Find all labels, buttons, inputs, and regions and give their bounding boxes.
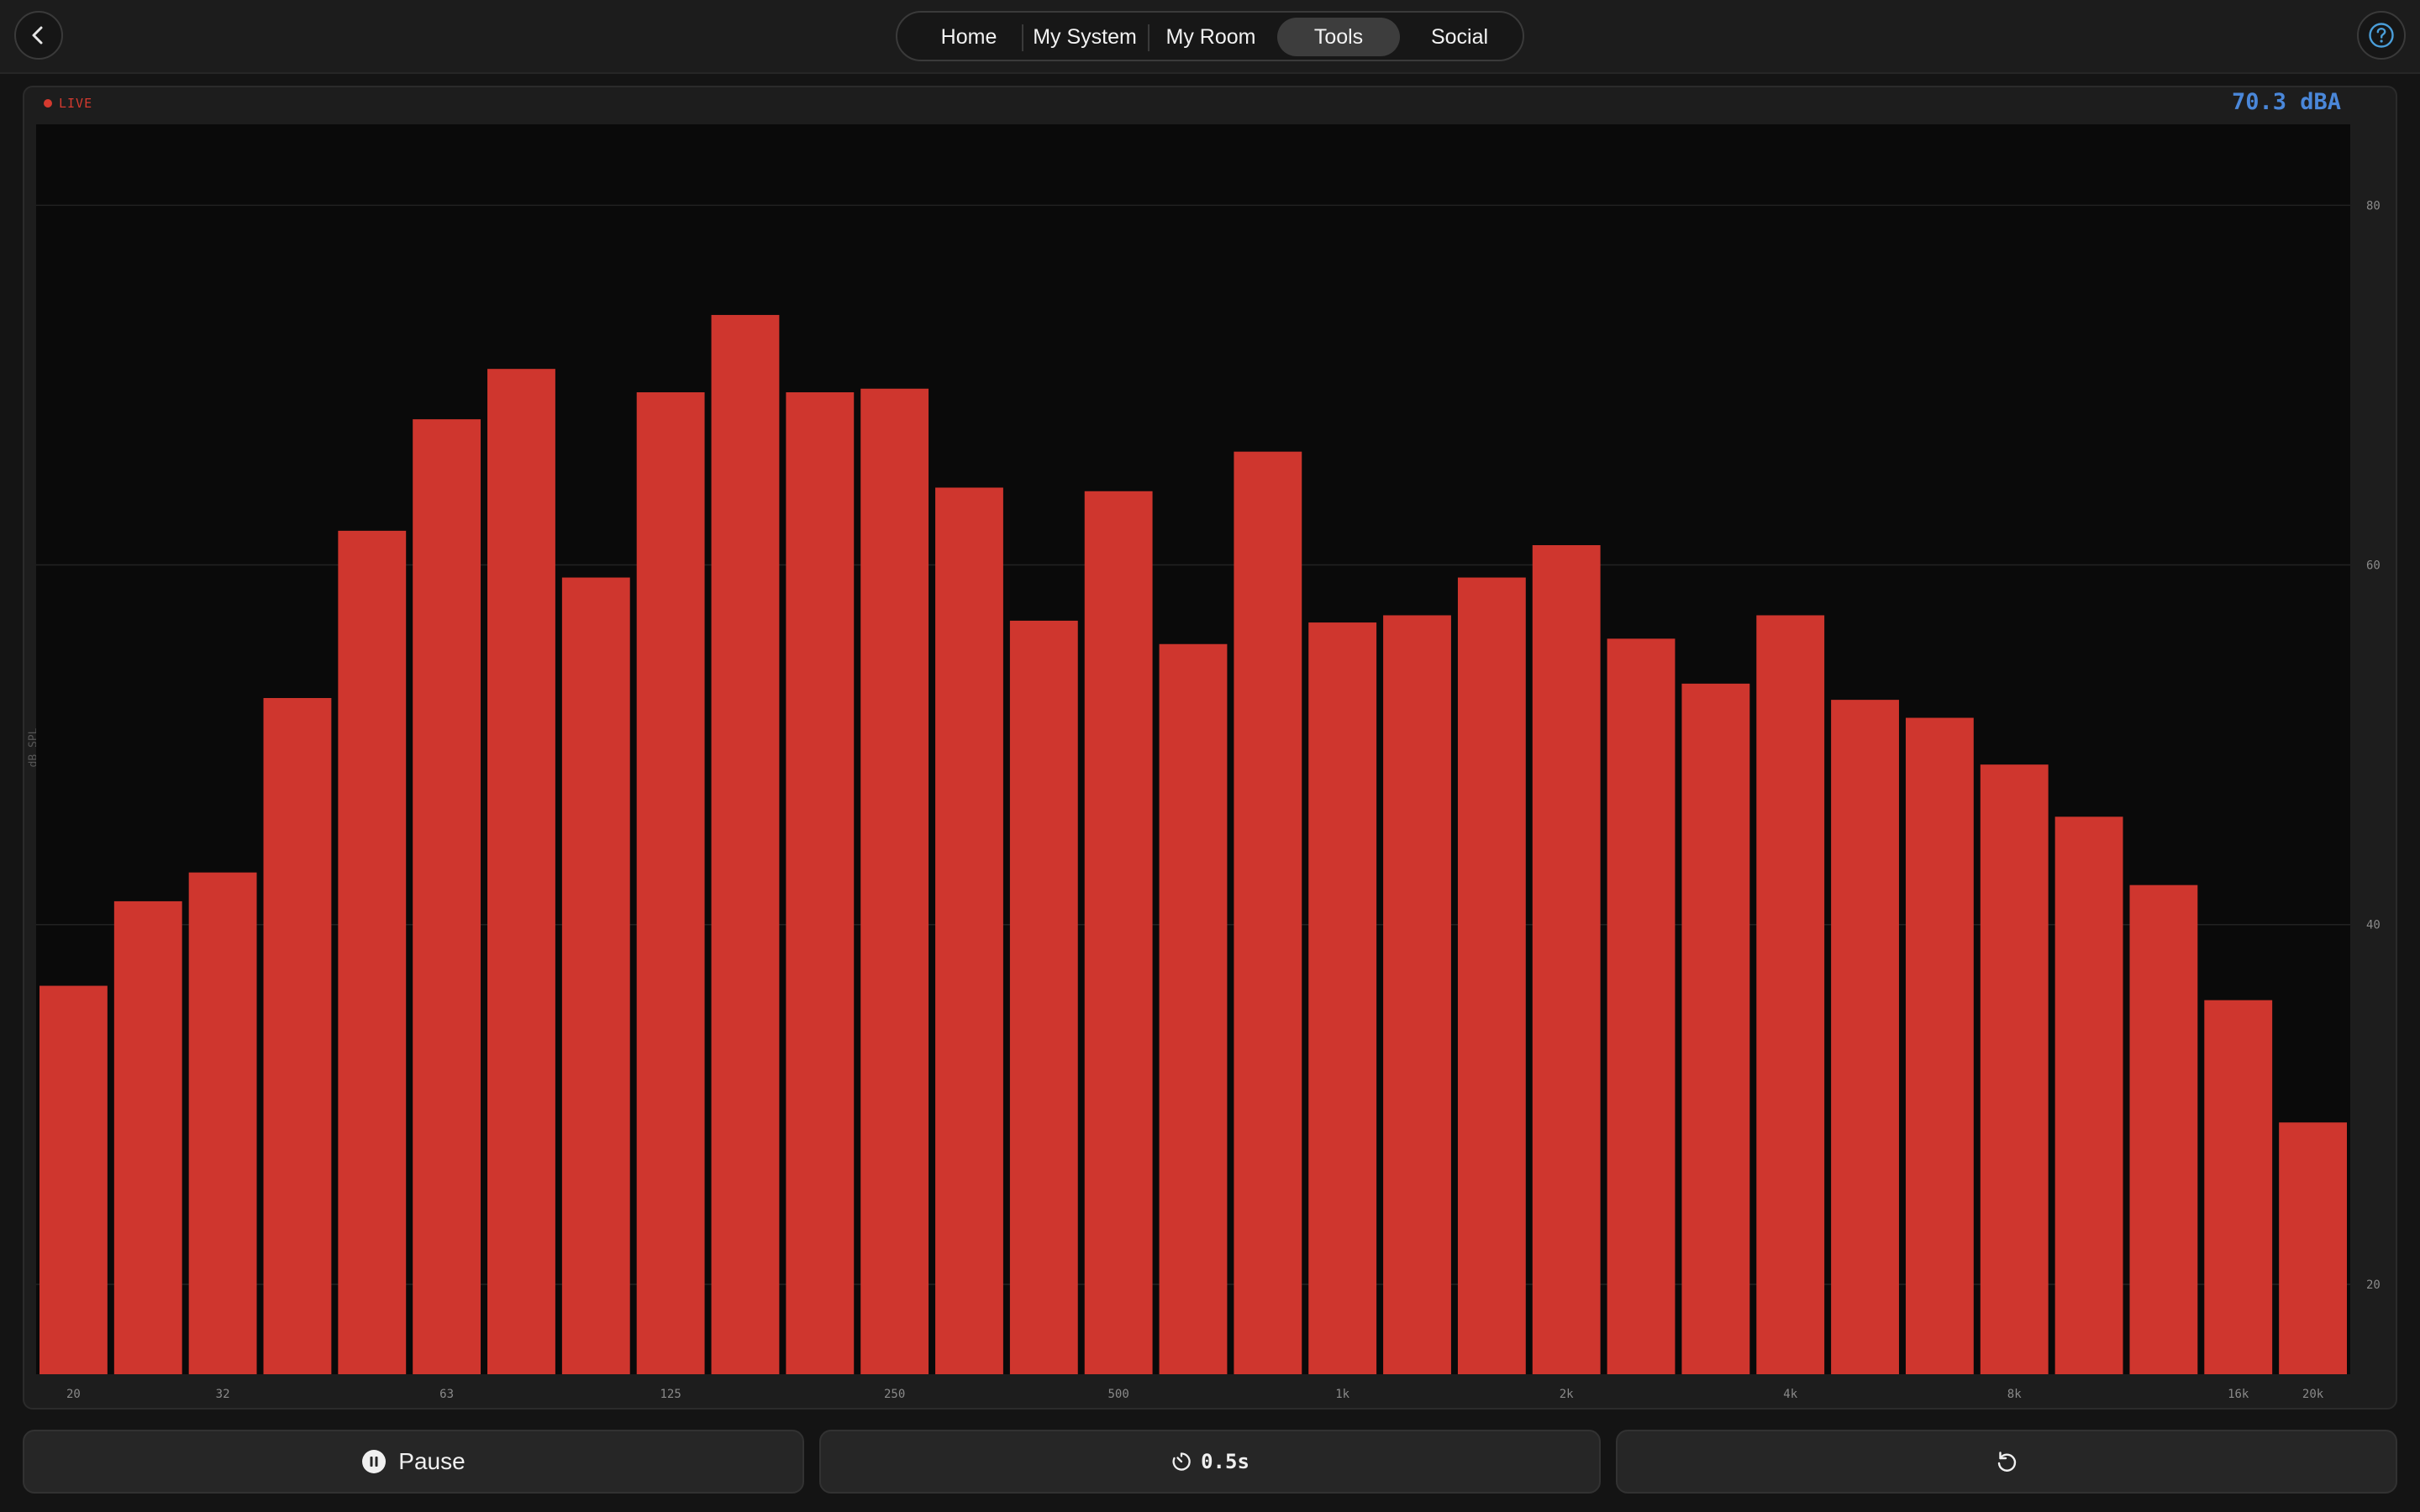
pause-circle-icon	[362, 1450, 387, 1473]
back-button[interactable]	[14, 11, 63, 60]
live-indicator: LIVE	[44, 96, 92, 111]
interval-button[interactable]: 0.5s	[819, 1430, 1601, 1494]
chevron-left-icon	[32, 26, 43, 45]
top-bar: Home My System My Room Tools Social	[0, 0, 2420, 74]
reset-icon	[1997, 1452, 2017, 1472]
level-readout: 70.3 dBA	[2231, 89, 2341, 115]
live-dot	[44, 99, 52, 108]
live-label: LIVE	[59, 96, 93, 111]
nav-divider	[1022, 24, 1023, 51]
nav-tools[interactable]: Tools	[1277, 18, 1400, 56]
interval-label: 0.5s	[1201, 1450, 1249, 1473]
y-axis-title: dB SPL	[27, 727, 40, 768]
nav-divider	[1148, 24, 1150, 51]
reset-button[interactable]	[1616, 1430, 2397, 1494]
pause-label: Pause	[398, 1448, 466, 1474]
timer-icon	[1172, 1452, 1191, 1471]
help-circle-icon	[2369, 23, 2394, 48]
pause-button[interactable]: Pause	[23, 1430, 804, 1494]
nav-home[interactable]: Home	[909, 18, 1028, 56]
nav-social[interactable]: Social	[1400, 18, 1519, 56]
nav-my-room[interactable]: My Room	[1151, 18, 1270, 56]
help-button[interactable]	[2357, 11, 2406, 60]
main-nav: Home My System My Room Tools Social	[896, 11, 1524, 61]
nav-my-system[interactable]: My System	[1025, 18, 1144, 56]
spectrum-panel	[23, 86, 2397, 1410]
